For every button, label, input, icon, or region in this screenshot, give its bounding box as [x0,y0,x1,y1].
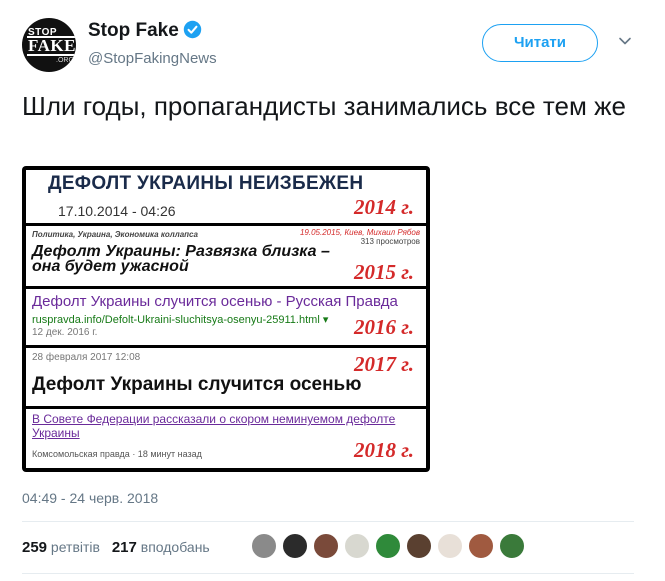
verified-badge-icon [183,20,202,39]
panel-headline: Дефолт Украины: Развязка близка – она бу… [32,243,330,275]
panel-link: В Совете Федерации рассказали о скором н… [32,412,396,440]
panel-year: 2017 г. [354,352,414,376]
tweet-stats: 259 ретвітів 217 вподобань [22,539,210,556]
liker-avatar[interactable] [498,532,526,560]
likes-label[interactable]: вподобань [141,539,210,555]
retweets-label[interactable]: ретвітів [51,539,100,555]
follow-button[interactable]: Читати [482,24,598,62]
tweet-header: STOP FAKE .ORG Stop Fake @StopFakingNews… [22,18,642,74]
liker-avatar[interactable] [467,532,495,560]
chevron-down-icon[interactable] [618,34,632,48]
retweets-stat[interactable]: 259 ретвітів [22,539,100,556]
panel-source: Комсомольская правда · 18 минут назад [32,449,202,459]
image-panel-2017: 28 февраля 2017 12:08 Дефолт Украины слу… [26,348,426,406]
liker-avatar[interactable] [436,532,464,560]
image-panel-2014: ДЕФОЛТ УКРАИНЫ НЕИЗБЕЖЕН 17.10.2014 - 04… [26,170,426,223]
divider [22,521,634,522]
tweet-image[interactable]: ДЕФОЛТ УКРАИНЫ НЕИЗБЕЖЕН 17.10.2014 - 04… [22,166,430,472]
panel-categories: Политика, Украина, Экономика коллапса [32,230,198,239]
liker-avatar[interactable] [405,532,433,560]
panel-date: 12 дек. 2016 г. [32,327,98,338]
tweet-timestamp[interactable]: 04:49 - 24 черв. 2018 [22,490,158,506]
panel-headline: Дефолт Украины случится осенью [32,374,362,395]
account-name-text[interactable]: Stop Fake [88,20,179,41]
account-handle[interactable]: @StopFakingNews [88,50,217,67]
likes-count[interactable]: 217 [112,539,137,556]
tweet-text: Шли годы, пропагандисты занимались все т… [22,91,626,121]
liker-avatar[interactable] [374,532,402,560]
avatar-text-org: .ORG [56,57,74,64]
avatar-text-fake: FAKE [27,36,76,56]
image-panel-2016: Дефолт Украины случится осенью - Русская… [26,289,426,345]
image-panel-2015: Политика, Украина, Экономика коллапса 19… [26,226,426,286]
likes-stat[interactable]: 217 вподобань [112,539,210,556]
liker-avatar[interactable] [281,532,309,560]
account-name[interactable]: Stop Fake [88,20,202,42]
avatar[interactable]: STOP FAKE .ORG [22,18,76,72]
panel-year: 2018 г. [354,438,414,462]
panel-year: 2016 г. [354,315,414,339]
image-panel-2018: В Совете Федерации рассказали о скором н… [26,409,426,468]
liker-avatar[interactable] [343,532,371,560]
panel-views: 313 просмотров [360,237,420,246]
panel-link: Дефолт Украины случится осенью - Русская… [32,293,398,310]
liker-avatar[interactable] [312,532,340,560]
panel-url: ruspravda.info/Defolt-Ukraini-sluchitsya… [32,314,329,326]
panel-year: 2015 г. [354,260,414,284]
panel-year: 2014 г. [354,195,414,219]
divider [22,573,634,574]
liker-avatar[interactable] [250,532,278,560]
retweets-count[interactable]: 259 [22,539,47,556]
panel-date: 28 февраля 2017 12:08 [32,352,141,363]
panel-headline: ДЕФОЛТ УКРАИНЫ НЕИЗБЕЖЕН [48,173,364,194]
panel-date: 17.10.2014 - 04:26 [58,203,176,219]
panel-meta: 19.05.2015, Киев, Михаил Рябов [299,228,420,237]
